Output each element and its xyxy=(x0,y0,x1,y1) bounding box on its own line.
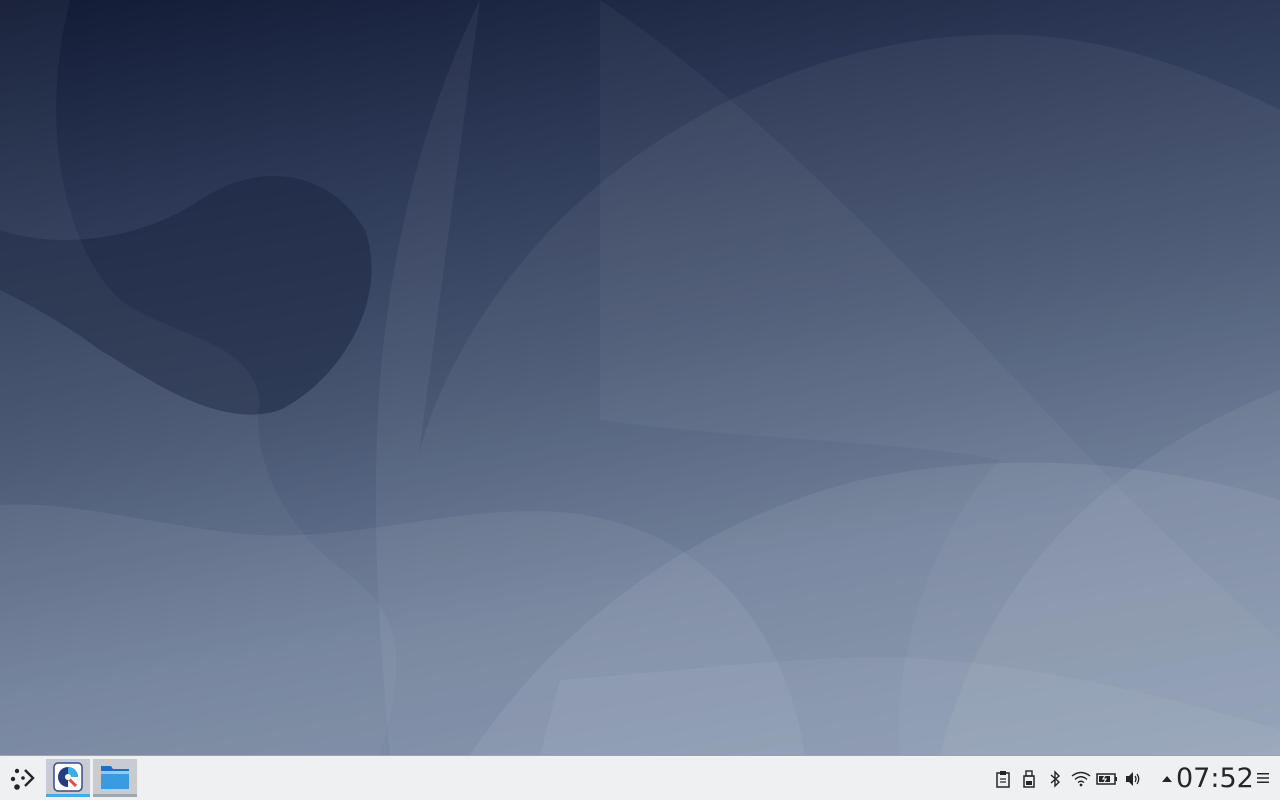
wifi-icon[interactable] xyxy=(1068,766,1094,792)
desktop-wallpaper xyxy=(0,0,1280,755)
usb-drive-icon[interactable] xyxy=(1016,766,1042,792)
clipboard-icon[interactable] xyxy=(990,766,1016,792)
task-discover[interactable] xyxy=(46,759,90,797)
wallpaper-shapes xyxy=(0,0,1280,755)
task-file-manager[interactable] xyxy=(93,759,137,797)
taskbar-panel: 07:52 xyxy=(0,755,1280,800)
panel-options-icon[interactable] xyxy=(1254,769,1272,787)
battery-icon[interactable] xyxy=(1094,766,1120,792)
discover-icon xyxy=(53,761,83,792)
system-tray xyxy=(990,756,1180,801)
application-launcher-icon xyxy=(10,768,35,790)
application-launcher-button[interactable] xyxy=(0,759,44,797)
bluetooth-icon[interactable] xyxy=(1042,766,1068,792)
folder-icon xyxy=(101,765,129,789)
volume-icon[interactable] xyxy=(1120,766,1146,792)
digital-clock[interactable]: 07:52 xyxy=(1176,756,1254,801)
